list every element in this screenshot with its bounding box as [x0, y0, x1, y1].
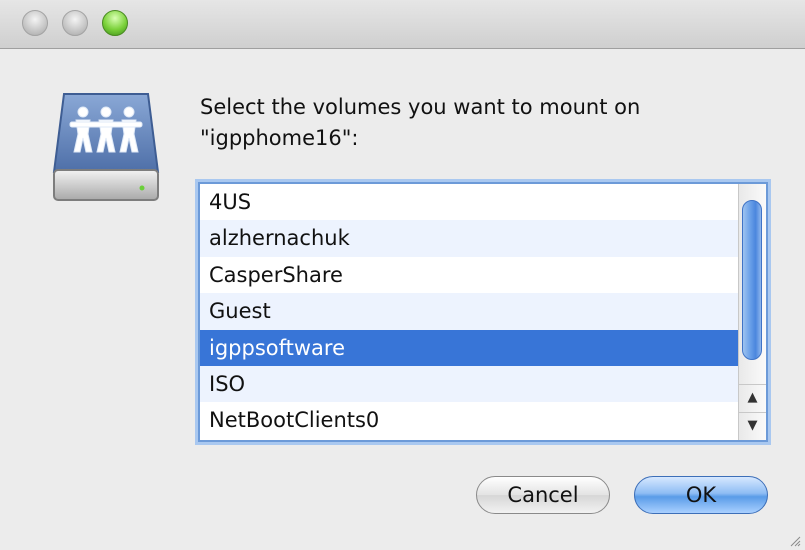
- ok-button[interactable]: OK: [634, 476, 768, 514]
- scrollbar-thumb[interactable]: [742, 200, 762, 360]
- zoom-button[interactable]: [102, 10, 128, 36]
- dialog-prompt: Select the volumes you want to mount on …: [200, 95, 641, 150]
- list-item[interactable]: igppsoftware: [200, 329, 738, 366]
- minimize-button[interactable]: [62, 10, 88, 36]
- resize-grip-icon[interactable]: [787, 532, 801, 547]
- list-item[interactable]: NetBootClients0: [200, 402, 738, 438]
- cancel-button[interactable]: Cancel: [476, 476, 610, 514]
- volume-list[interactable]: 4US alzhernachuk CasperShare Guest igppsoftw…: [198, 182, 768, 442]
- network-drive-icon: [50, 90, 162, 208]
- close-button[interactable]: [22, 10, 48, 36]
- list-item[interactable]: CasperShare: [200, 257, 738, 293]
- scroll-up-arrow-icon[interactable]: ▲: [739, 384, 766, 411]
- list-item[interactable]: alzhernachuk: [200, 220, 738, 257]
- title-bar[interactable]: [0, 0, 805, 49]
- list-item[interactable]: ISO: [200, 365, 738, 403]
- mount-volumes-dialog: Select the volumes you want to mount on …: [0, 0, 805, 550]
- list-item[interactable]: 4US: [200, 184, 738, 220]
- vertical-scrollbar[interactable]: ▲ ▼: [738, 184, 766, 440]
- volume-list-items: 4US alzhernachuk CasperShare Guest igppsoftw…: [200, 184, 738, 439]
- list-item[interactable]: Guest: [200, 293, 738, 330]
- scroll-down-arrow-icon[interactable]: ▼: [739, 412, 766, 439]
